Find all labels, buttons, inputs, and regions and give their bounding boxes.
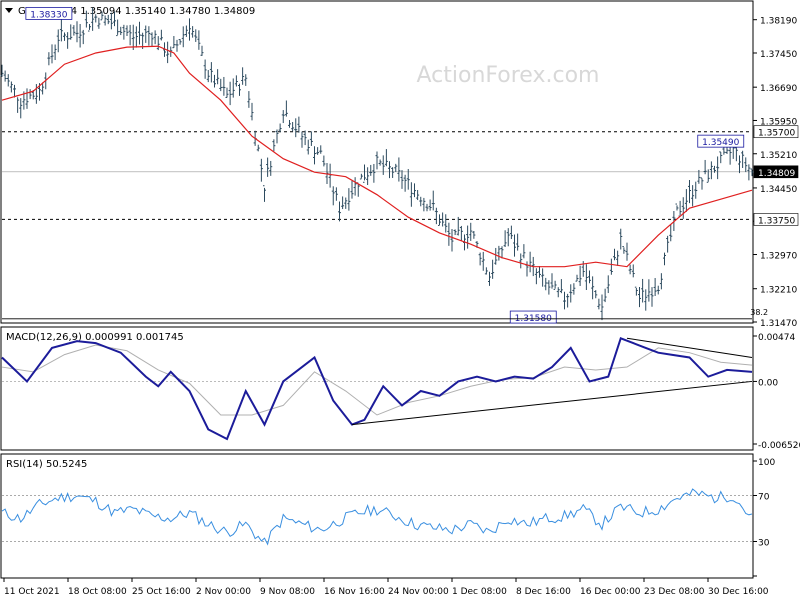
x-tick-label: 24 Nov 00:00 (388, 587, 449, 597)
x-tick-label: 23 Dec 08:00 (644, 587, 705, 597)
macd-y-tick-label: -0.006526 (758, 441, 800, 451)
price-y-tick-label: 1.32970 (760, 252, 797, 262)
x-tick-label: 25 Oct 16:00 (132, 587, 191, 597)
x-tick-label: 16 Nov 16:00 (324, 587, 385, 597)
rsi-y-tick-label: 100 (758, 458, 775, 468)
x-tick-label: 30 Dec 16:00 (708, 587, 769, 597)
x-tick-label: 9 Nov 08:00 (260, 587, 315, 597)
rsi-panel (0, 453, 754, 579)
rsi-panel-title: RSI(14) 50.5245 (6, 459, 87, 470)
watermark: ActionForex.com (417, 63, 600, 88)
x-tick-label: 1 Dec 08:00 (452, 587, 507, 597)
level-label: 1.33750 (758, 216, 795, 226)
x-tick-label: 8 Dec 16:00 (516, 587, 571, 597)
x-tick-label: 18 Oct 08:00 (68, 587, 127, 597)
price-y-tick-label: 1.38190 (760, 17, 797, 27)
rsi-y-tick-label: 70 (758, 493, 770, 503)
price-annotation: 1.35490 (702, 138, 739, 148)
price-y-tick-label: 1.32210 (760, 286, 797, 296)
x-tick-label: 11 Oct 2021 (4, 587, 60, 597)
price-y-tick-label: 1.31470 (760, 319, 797, 329)
chart-svg: ActionForex.com GBPUSD,H4 1.35094 1.3514… (0, 0, 800, 597)
chart-root: ActionForex.com GBPUSD,H4 1.35094 1.3514… (0, 0, 800, 600)
fib-label: 38.2 (750, 308, 768, 317)
macd-y-tick-label: 0.00474 (758, 333, 795, 343)
price-y-tick-label: 1.37450 (760, 50, 797, 60)
level-label: 1.35700 (758, 129, 795, 139)
macd-panel-title: MACD(12,26,9) 0.000991 0.001745 (6, 332, 184, 343)
price-annotation: 1.38330 (30, 10, 67, 20)
price-y-tick-label: 1.36690 (760, 84, 797, 94)
macd-y-tick-label: 0.00 (758, 378, 778, 388)
price-y-tick-label: 1.34450 (760, 185, 797, 195)
x-tick-label: 2 Nov 00:00 (196, 587, 251, 597)
rsi-y-tick-label: 30 (758, 539, 770, 549)
level-label: 1.34809 (758, 169, 795, 179)
x-axis: 11 Oct 2021 18 Oct 08:00 25 Oct 16:00 2 Nov… (3, 578, 769, 597)
x-tick-label: 16 Dec 00:00 (580, 587, 641, 597)
price-y-tick-label: 1.35210 (760, 151, 797, 161)
